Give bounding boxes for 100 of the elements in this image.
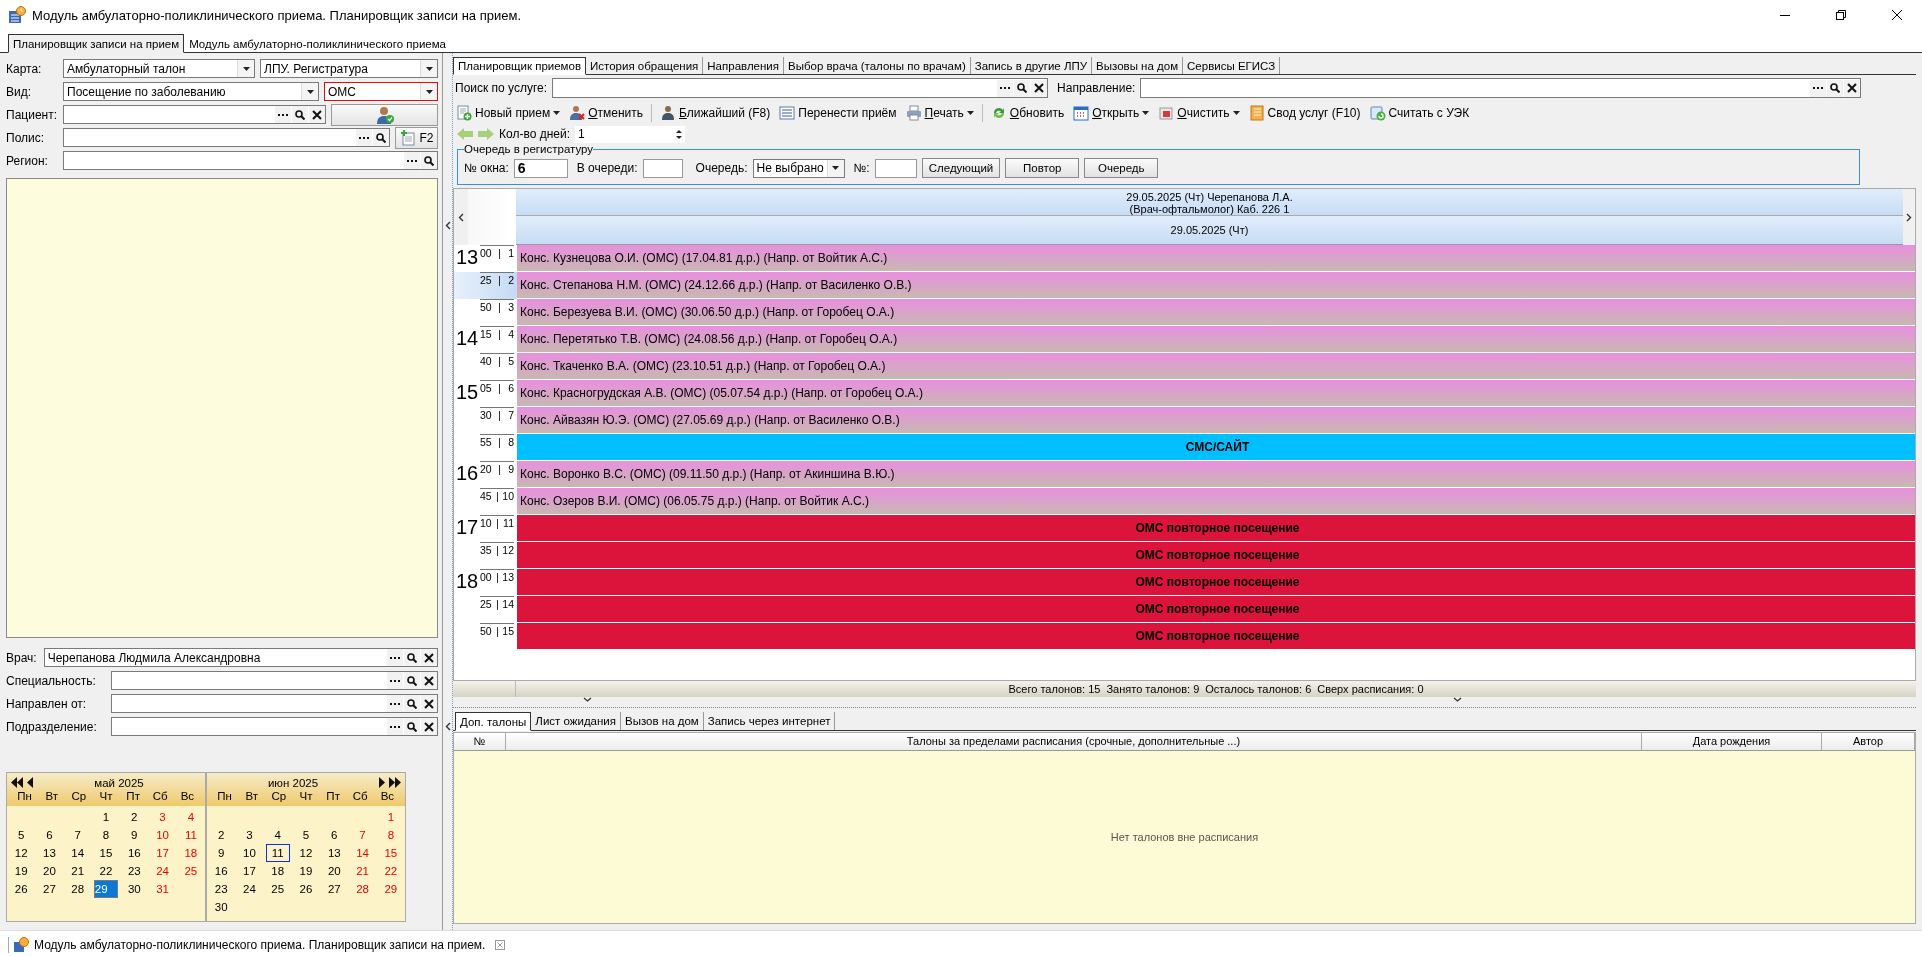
calendar-day[interactable]: 7 bbox=[65, 826, 90, 844]
dropdown[interactable]: Посещение по заболеванию bbox=[63, 82, 319, 101]
calendar-day[interactable]: 17 bbox=[150, 844, 175, 862]
calendar-day[interactable]: 4 bbox=[265, 826, 290, 844]
calendar-day[interactable]: 9 bbox=[122, 826, 147, 844]
toolbar-button[interactable]: Свод услуг (F10) bbox=[1245, 104, 1364, 122]
appointment-slot[interactable]: Конс. Перетятько Т.В. (ОМС) (24.08.56 д.р.) (Напр. от Горобец О.А.) bbox=[517, 326, 1915, 353]
calendar-day[interactable]: 16 bbox=[122, 844, 147, 862]
tab[interactable]: Запись через интернет bbox=[703, 712, 836, 730]
dropdown[interactable]: ЛПУ. Регистратура bbox=[260, 59, 438, 78]
calendar-day[interactable]: 18 bbox=[178, 844, 203, 862]
calendar-day[interactable]: 2 bbox=[209, 826, 234, 844]
next-month-button[interactable] bbox=[379, 777, 385, 788]
calendar-day[interactable]: 15 bbox=[93, 844, 119, 862]
calendar-day[interactable]: 14 bbox=[350, 844, 375, 862]
clear-button[interactable] bbox=[421, 649, 437, 666]
calendar-day[interactable]: 29 bbox=[93, 880, 119, 898]
toolbar-button[interactable]: Ближайший (F8) bbox=[657, 104, 774, 122]
toolbar-button[interactable]: Новый прием bbox=[453, 104, 564, 122]
appointment-slot[interactable]: Конс. Айвазян Ю.Э. (ОМС) (27.05.69 д.р.) (Напр. от Василенко О.В.) bbox=[517, 407, 1915, 434]
calendar-day[interactable]: 1 bbox=[378, 808, 403, 826]
clear-button[interactable] bbox=[421, 695, 437, 712]
calendar-day[interactable]: 28 bbox=[350, 880, 375, 898]
input-field[interactable] bbox=[642, 158, 683, 178]
calendar-day[interactable]: 23 bbox=[122, 862, 147, 880]
clear-button[interactable] bbox=[1031, 79, 1048, 97]
appointment-slot[interactable]: ОМС повторное посещение bbox=[517, 569, 1915, 596]
calendar-day[interactable]: 22 bbox=[378, 862, 403, 880]
tab[interactable]: Направления bbox=[703, 57, 784, 74]
more-button[interactable] bbox=[387, 718, 403, 735]
appointment-slot[interactable]: Конс. Березуева В.И. (ОМС) (30.06.50 д.р.) (Напр. от Горобец О.А.) bbox=[517, 299, 1915, 326]
slot-time[interactable]: 30 7 bbox=[454, 407, 517, 434]
calendar-day[interactable]: 30 bbox=[122, 880, 147, 898]
calendar-day[interactable]: 14 bbox=[65, 844, 90, 862]
lookup-field[interactable] bbox=[111, 671, 438, 690]
queue-button[interactable]: Повтор bbox=[1005, 158, 1080, 178]
calendar-day[interactable]: 11 bbox=[265, 844, 290, 862]
dropdown[interactable]: ОМС bbox=[324, 82, 438, 101]
appointment-slot[interactable]: Конс. Воронко В.С. (ОМС) (09.11.50 д.р.) (Напр. от Акиншина В.Ю.) bbox=[517, 461, 1915, 488]
clear-button[interactable] bbox=[1844, 79, 1860, 97]
calendar-day[interactable]: 3 bbox=[237, 826, 262, 844]
clear-button[interactable] bbox=[421, 672, 437, 689]
column-header[interactable]: № bbox=[454, 733, 506, 750]
more-button[interactable] bbox=[997, 79, 1014, 97]
dropdown[interactable]: Амбулаторный талон bbox=[63, 59, 255, 78]
days-spinner[interactable]: 1 bbox=[575, 125, 685, 143]
calendar-day[interactable]: 9 bbox=[209, 844, 234, 862]
calendar-day[interactable]: 22 bbox=[93, 862, 119, 880]
collapse-button[interactable] bbox=[444, 722, 451, 731]
lookup-field[interactable] bbox=[1140, 78, 1861, 98]
column-header[interactable]: Талоны за пределами расписания (срочные, дополнительные ...) bbox=[506, 733, 1642, 750]
taskbar-tab[interactable]: Модуль амбулаторно-поликлинического приема. Планировщик записи на прием. bbox=[8, 936, 490, 953]
appointment-slot[interactable]: Конс. Степанова Н.М. (ОМС) (24.12.66 д.р.) (Напр. от Василенко О.В.) bbox=[517, 272, 1915, 299]
tab[interactable]: Вызов на дом bbox=[621, 712, 704, 730]
toolbar-button[interactable]: Отменить bbox=[566, 104, 647, 122]
toolbar-button[interactable]: Открыть bbox=[1070, 104, 1153, 122]
calendar-day[interactable]: 13 bbox=[322, 844, 347, 862]
calendar-day[interactable]: 13 bbox=[37, 844, 62, 862]
appointment-slot[interactable]: Конс. Ткаченко В.А. (ОМС) (23.10.51 д.р.) (Напр. от Горобец О.А.) bbox=[517, 353, 1915, 380]
patient-button[interactable] bbox=[331, 103, 438, 126]
slot-time[interactable]: 45 10 bbox=[454, 488, 517, 515]
calendar-day[interactable]: 5 bbox=[293, 826, 319, 844]
more-button[interactable] bbox=[387, 695, 403, 712]
calendar-day[interactable]: 18 bbox=[265, 862, 290, 880]
calendar-day[interactable]: 10 bbox=[150, 826, 175, 844]
clear-button[interactable] bbox=[309, 106, 325, 123]
more-button[interactable] bbox=[356, 129, 372, 146]
calendar-day[interactable]: 28 bbox=[65, 880, 90, 898]
lookup-field[interactable] bbox=[111, 717, 438, 736]
calendar-day[interactable]: 29 bbox=[378, 880, 403, 898]
calendar-day[interactable]: 19 bbox=[9, 862, 34, 880]
calendar-day[interactable]: 17 bbox=[237, 862, 262, 880]
input-field[interactable]: 6 bbox=[513, 158, 568, 178]
slot-time[interactable]: 40 5 bbox=[454, 353, 517, 380]
toolbar-button[interactable]: Перенести приём bbox=[776, 104, 900, 122]
calendar-day[interactable]: 8 bbox=[93, 826, 119, 844]
last-month-button[interactable] bbox=[389, 777, 401, 788]
calendar-day[interactable]: 25 bbox=[178, 862, 203, 880]
queue-button[interactable]: Очередь bbox=[1084, 158, 1159, 178]
tab[interactable]: История обращения bbox=[586, 57, 704, 74]
calendar-day[interactable]: 10 bbox=[237, 844, 262, 862]
previous-month-button[interactable] bbox=[27, 777, 33, 788]
slot-time[interactable]: 55 8 bbox=[454, 434, 517, 461]
search-button[interactable] bbox=[404, 695, 420, 712]
lookup-field[interactable] bbox=[63, 128, 390, 147]
clear-button[interactable] bbox=[421, 718, 437, 735]
search-button[interactable] bbox=[421, 152, 437, 169]
lookup-field[interactable]: Черепанова Людмила Александровна bbox=[43, 648, 438, 667]
calendar-day[interactable]: 27 bbox=[322, 880, 347, 898]
calendar-day[interactable]: 26 bbox=[293, 880, 319, 898]
slot-time[interactable]: 50 15 bbox=[454, 623, 517, 650]
tab[interactable]: Сервисы ЕГИСЗ bbox=[1183, 57, 1281, 74]
calendar-day[interactable]: 25 bbox=[265, 880, 290, 898]
tab[interactable]: Лист ожидания bbox=[531, 712, 621, 730]
lookup-field[interactable] bbox=[63, 105, 326, 124]
slot-time[interactable]: 35 12 bbox=[454, 542, 517, 569]
module-tab[interactable]: Планировщик записи на прием bbox=[8, 34, 185, 53]
more-button[interactable] bbox=[1810, 79, 1826, 97]
calendar-day[interactable]: 6 bbox=[322, 826, 347, 844]
more-button[interactable] bbox=[404, 152, 420, 169]
